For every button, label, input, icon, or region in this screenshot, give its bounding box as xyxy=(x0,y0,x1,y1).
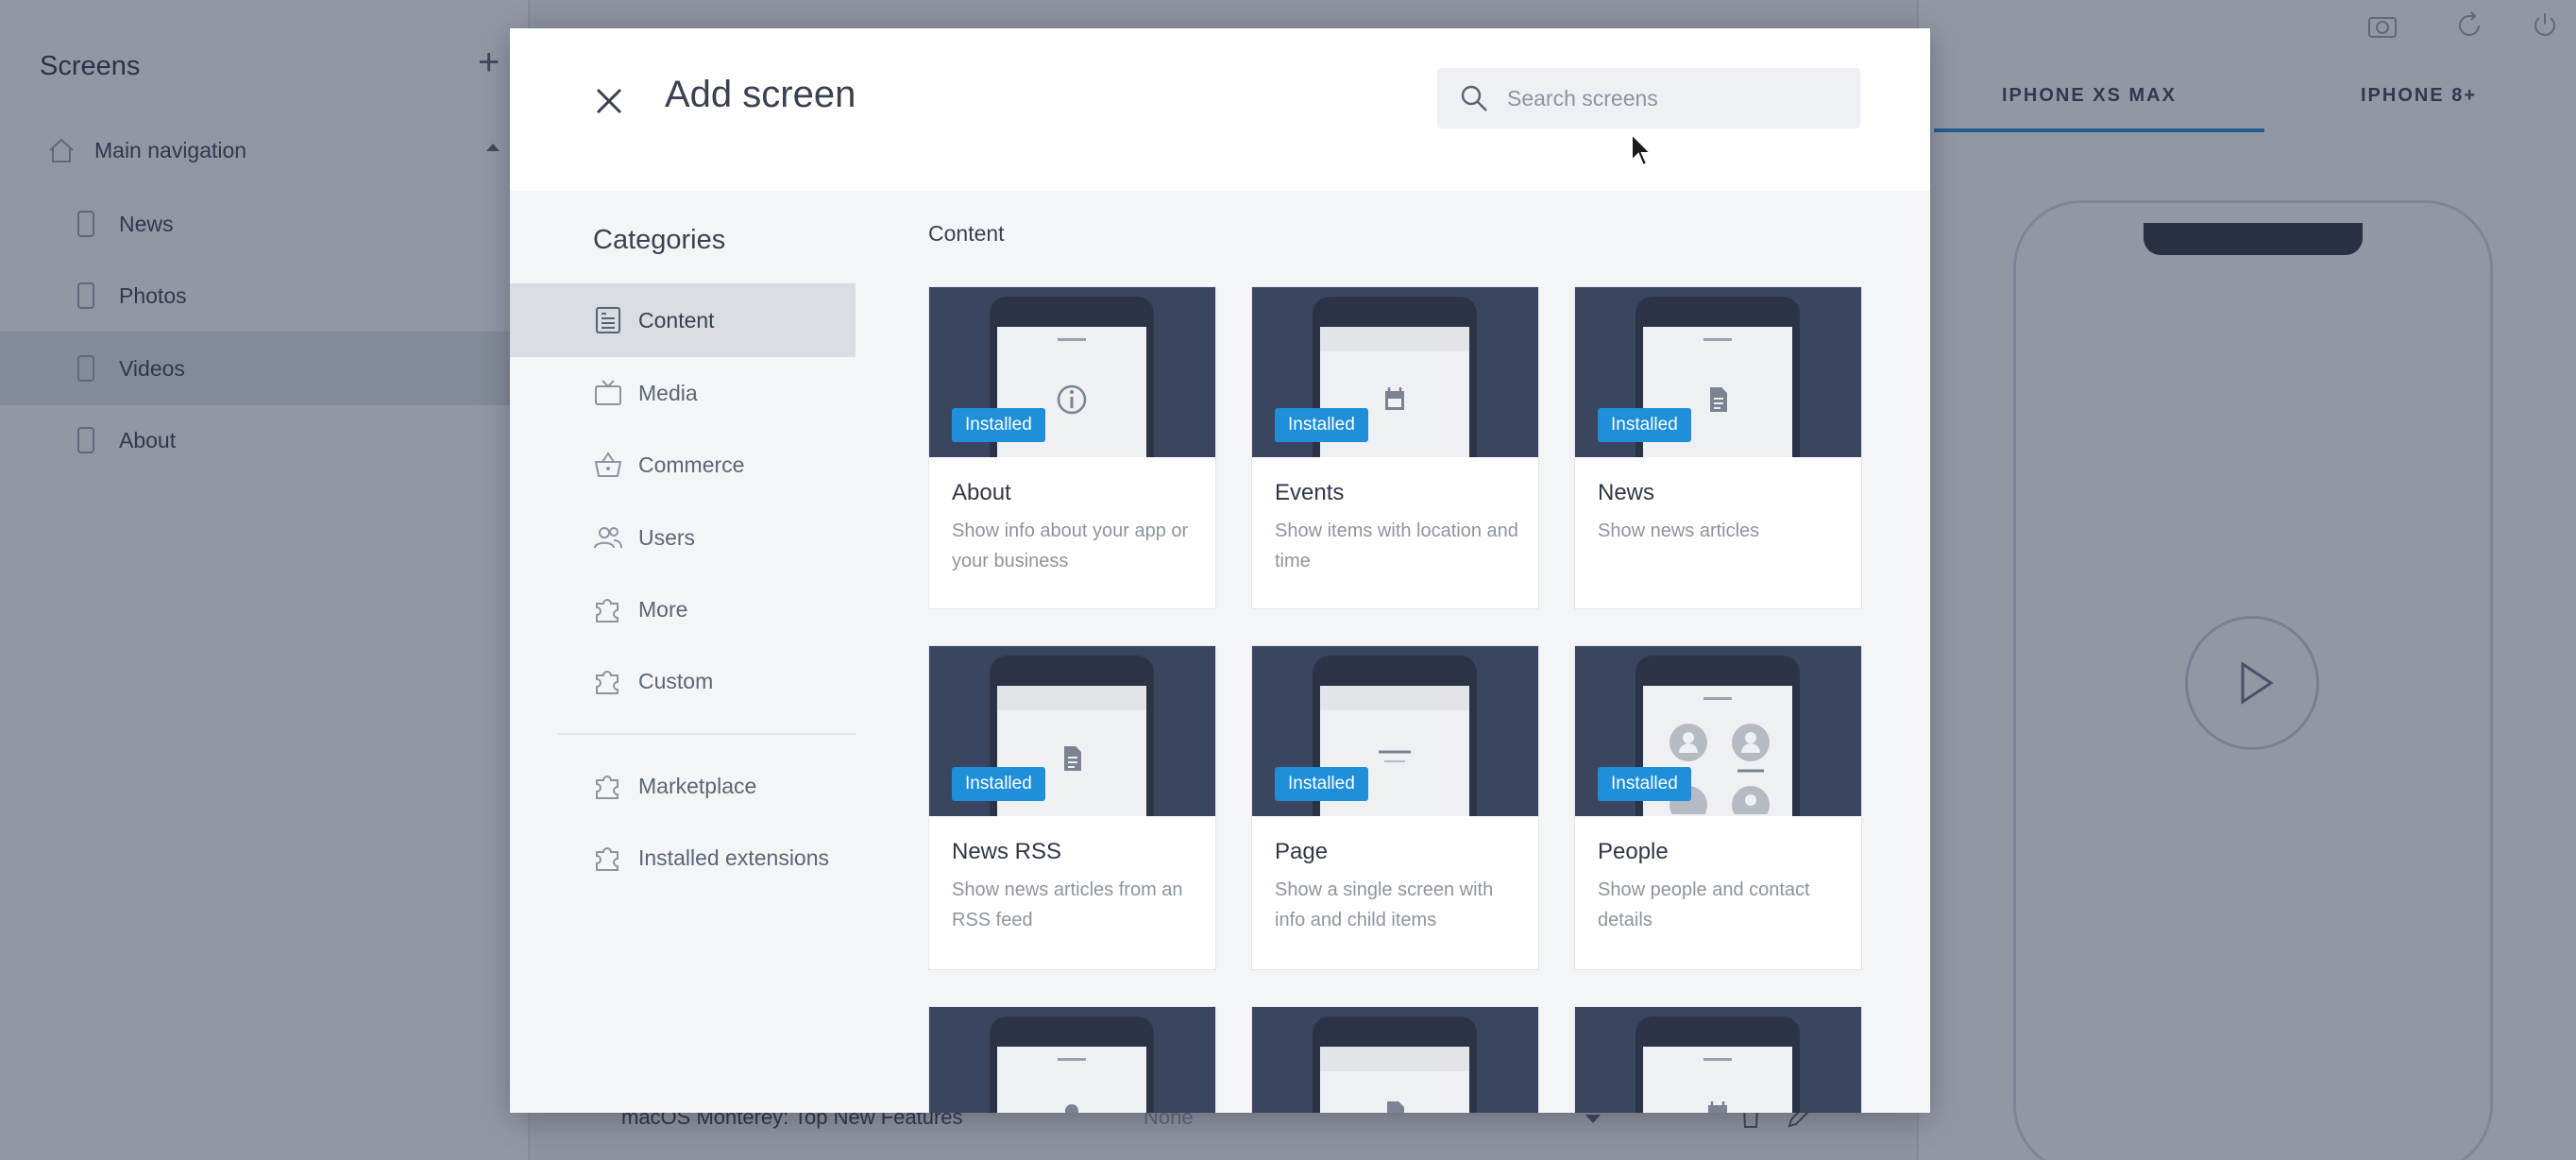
mouse-cursor-icon xyxy=(1631,132,1652,167)
add-screen-dialog: Add screen Categories Content Media Comm… xyxy=(510,28,1930,1113)
mini-bar xyxy=(1320,686,1469,710)
mini-line xyxy=(1058,1058,1086,1061)
calendar-icon xyxy=(1385,387,1404,410)
card-title: Page xyxy=(1275,839,1329,864)
card-thumbnail xyxy=(1575,1007,1861,1113)
screen-card-events[interactable]: Installed Events Show items with locatio… xyxy=(1251,286,1539,609)
category-custom[interactable]: Custom xyxy=(510,644,856,718)
category-label: More xyxy=(638,596,688,622)
category-media[interactable]: Media xyxy=(510,356,856,430)
category-more[interactable]: More xyxy=(510,572,856,646)
document-icon xyxy=(1064,746,1081,771)
category-installed-extensions[interactable]: Installed extensions xyxy=(510,821,856,895)
card-description: Show news articles from an RSS feed xyxy=(952,879,1183,930)
installed-badge: Installed xyxy=(1598,767,1691,801)
puzzle-icon xyxy=(596,671,619,694)
screen-card-people[interactable]: Installed People Show people and contact… xyxy=(1574,645,1862,970)
card-title: About xyxy=(952,480,1011,505)
dialog-header: Add screen xyxy=(510,28,1930,191)
card-thumbnail: Installed xyxy=(1575,646,1861,816)
content-icon xyxy=(596,307,620,333)
document-icon xyxy=(1710,387,1727,412)
card-description: Show news articles xyxy=(1598,520,1760,541)
close-icon[interactable] xyxy=(593,85,625,117)
category-divider xyxy=(557,733,856,735)
screen-card-partial[interactable] xyxy=(1574,1006,1862,1113)
installed-badge: Installed xyxy=(952,408,1045,442)
card-thumbnail: Installed xyxy=(1575,287,1861,457)
mini-bar xyxy=(1320,327,1469,351)
category-label: Installed extensions xyxy=(638,844,830,870)
card-thumbnail xyxy=(929,1007,1215,1113)
card-title: News RSS xyxy=(952,839,1062,864)
mini-line xyxy=(1703,1058,1732,1061)
card-description: Show info about your app or your busines… xyxy=(952,520,1189,571)
mini-bar xyxy=(997,686,1146,710)
screen-card-page[interactable]: Installed Page Show a single screen with… xyxy=(1251,645,1539,970)
mini-bar xyxy=(1320,1047,1469,1071)
card-description: Show a single screen with info and child… xyxy=(1275,879,1494,930)
category-commerce[interactable]: Commerce xyxy=(510,428,856,502)
category-label: Marketplace xyxy=(638,773,757,798)
mini-line xyxy=(1058,338,1086,341)
category-label: Media xyxy=(638,380,698,405)
users-icon xyxy=(594,527,622,549)
card-thumbnail: Installed xyxy=(1252,646,1538,816)
screen-card-partial[interactable] xyxy=(1251,1006,1539,1113)
text-lines-icon xyxy=(1379,750,1411,762)
category-marketplace[interactable]: Marketplace xyxy=(510,749,856,823)
basket-icon xyxy=(594,452,622,477)
category-label: Users xyxy=(638,524,696,550)
category-users[interactable]: Users xyxy=(510,501,856,574)
dialog-title: Add screen xyxy=(665,74,856,115)
search-box[interactable] xyxy=(1437,68,1860,128)
screen-card-news-rss[interactable]: Installed News RSS Show news articles fr… xyxy=(928,645,1216,970)
card-description: Show items with location and time xyxy=(1275,520,1518,571)
card-thumbnail xyxy=(1252,1007,1538,1113)
puzzle-icon xyxy=(596,847,619,871)
card-description: Show people and contact details xyxy=(1598,879,1810,930)
mini-line xyxy=(1703,697,1732,700)
category-label: Content xyxy=(638,307,715,333)
installed-badge: Installed xyxy=(1598,408,1691,442)
card-title: Events xyxy=(1275,480,1345,505)
search-input[interactable] xyxy=(1507,85,1847,111)
card-thumbnail: Installed xyxy=(929,646,1215,816)
screen-card-partial[interactable] xyxy=(928,1006,1216,1113)
card-thumbnail: Installed xyxy=(1252,287,1538,457)
category-label: Custom xyxy=(638,668,714,693)
section-title: Content xyxy=(928,221,1005,246)
installed-badge: Installed xyxy=(952,767,1045,801)
search-icon xyxy=(1461,85,1487,111)
installed-badge: Installed xyxy=(1275,767,1368,801)
category-content[interactable]: Content xyxy=(510,283,856,357)
info-icon xyxy=(1057,384,1087,415)
screen-card-news[interactable]: Installed News Show news articles xyxy=(1574,286,1862,609)
card-thumbnail: Installed xyxy=(929,287,1215,457)
puzzle-icon xyxy=(596,776,619,799)
categories-title: Categories xyxy=(593,225,726,255)
document-icon xyxy=(1387,1101,1404,1113)
calendar-icon xyxy=(1708,1101,1727,1113)
location-pin-icon xyxy=(1065,1104,1078,1113)
card-title: People xyxy=(1598,839,1669,864)
tv-icon xyxy=(595,380,621,405)
installed-badge: Installed xyxy=(1275,408,1368,442)
category-label: Commerce xyxy=(638,452,745,477)
puzzle-icon xyxy=(596,599,619,623)
mini-line xyxy=(1703,338,1732,341)
screen-card-about[interactable]: Installed About Show info about your app… xyxy=(928,286,1216,609)
card-title: News xyxy=(1598,480,1655,505)
